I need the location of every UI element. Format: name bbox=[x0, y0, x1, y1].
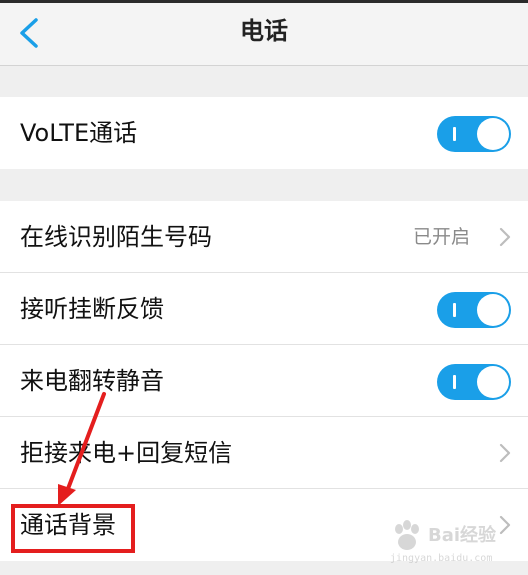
toggle-knob bbox=[477, 366, 509, 398]
baidu-watermark: Bai经验 jingyan.baidu.com bbox=[390, 517, 510, 569]
highlight-box-call-background bbox=[11, 504, 135, 553]
reject-with-sms-label: 拒接来电+回复短信 bbox=[20, 439, 233, 467]
watermark-text: Bai经验 bbox=[428, 525, 497, 546]
flip-to-mute-row[interactable]: 来电翻转静音 bbox=[0, 345, 528, 417]
chevron-right-icon bbox=[498, 442, 512, 464]
back-button[interactable] bbox=[12, 13, 52, 53]
reject-with-sms-row[interactable]: 拒接来电+回复短信 bbox=[0, 417, 528, 489]
flip-to-mute-label: 来电翻转静音 bbox=[20, 367, 164, 395]
volte-call-row[interactable]: VoLTE通话 bbox=[0, 97, 528, 169]
answer-hangup-feedback-toggle[interactable] bbox=[437, 292, 511, 328]
toggle-knob bbox=[477, 294, 509, 326]
baidu-paw-logo-icon bbox=[395, 520, 419, 550]
page-title: 电话 bbox=[240, 17, 288, 45]
identify-unknown-numbers-status: 已开启 bbox=[412, 226, 470, 248]
answer-hangup-feedback-label: 接听挂断反馈 bbox=[20, 295, 164, 323]
toggle-on-indicator bbox=[453, 375, 456, 389]
answer-hangup-feedback-row[interactable]: 接听挂断反馈 bbox=[0, 273, 528, 345]
flip-to-mute-toggle[interactable] bbox=[437, 364, 511, 400]
toggle-on-indicator bbox=[453, 127, 456, 141]
header-bar: 电话 bbox=[0, 3, 528, 66]
identify-unknown-numbers-row[interactable]: 在线识别陌生号码 已开启 bbox=[0, 201, 528, 273]
volte-call-label: VoLTE通话 bbox=[20, 119, 138, 147]
toggle-knob bbox=[477, 118, 509, 150]
volte-call-toggle[interactable] bbox=[437, 116, 511, 152]
settings-group-volte: VoLTE通话 bbox=[0, 97, 528, 169]
watermark-url: jingyan.baidu.com bbox=[390, 553, 493, 564]
identify-unknown-numbers-label: 在线识别陌生号码 bbox=[20, 223, 212, 251]
back-chevron-icon bbox=[20, 18, 38, 48]
chevron-right-icon bbox=[498, 226, 512, 248]
toggle-on-indicator bbox=[453, 303, 456, 317]
